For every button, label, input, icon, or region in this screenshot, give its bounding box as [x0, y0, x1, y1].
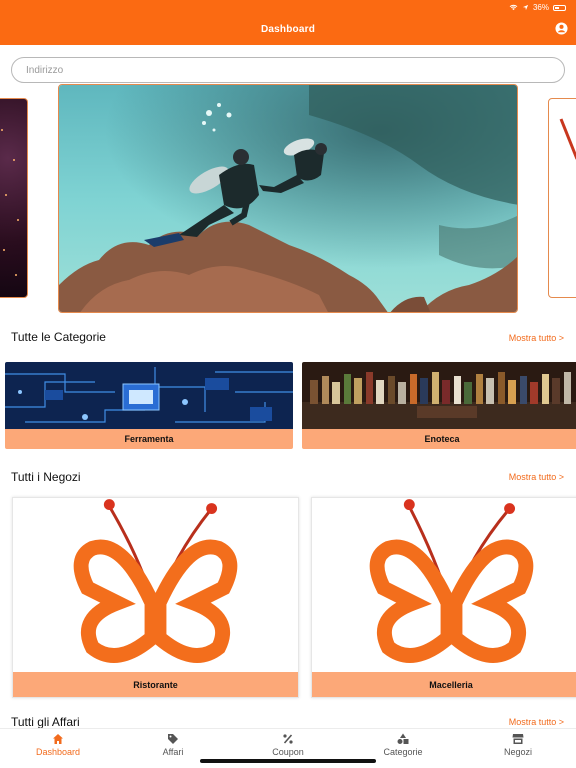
wifi-icon	[509, 4, 518, 11]
dashboard-screen: 36% Dashboard Indirizzo Tutte le Categor…	[0, 0, 576, 768]
account-icon[interactable]	[555, 22, 568, 35]
address-input[interactable]	[11, 57, 565, 83]
butterfly-logo	[369, 499, 534, 663]
store-icon	[512, 734, 524, 744]
store-card-ristorante[interactable]: Ristorante	[12, 497, 299, 698]
butterfly-logo	[73, 499, 238, 663]
stores-show-all-link[interactable]: Mostra tutto >	[509, 472, 564, 482]
tab-label: Dashboard	[35, 747, 81, 757]
page-title: Dashboard	[260, 24, 316, 35]
divers-photo	[59, 85, 517, 312]
store-card-macelleria[interactable]: Macelleria	[311, 497, 576, 698]
tab-affari[interactable]: Affari	[128, 733, 218, 757]
tag-icon	[168, 734, 178, 744]
tab-coupon[interactable]: Coupon	[243, 733, 333, 757]
deals-section-title: Tutti gli Affari	[11, 715, 80, 729]
categories-section-title: Tutte le Categorie	[11, 330, 106, 344]
home-icon	[53, 734, 63, 744]
category-label: Ferramenta	[5, 429, 293, 449]
tab-label: Affari	[162, 747, 184, 757]
store-label: Ristorante	[13, 672, 298, 697]
category-label: Enoteca	[302, 429, 576, 449]
deals-show-all-link[interactable]: Mostra tutto >	[509, 717, 564, 727]
category-image-bottles	[302, 362, 576, 429]
tab-label: Negozi	[503, 747, 532, 757]
tab-label: Coupon	[272, 747, 304, 757]
tab-negozi[interactable]: Negozi	[473, 733, 563, 757]
category-image-circuit	[5, 362, 293, 429]
shapes-icon	[397, 733, 409, 744]
location-icon	[522, 4, 529, 11]
butterfly-logo-partial	[559, 118, 576, 160]
carousel-slide-current[interactable]	[58, 84, 518, 313]
stores-section-title: Tutti i Negozi	[11, 470, 81, 484]
store-label: Macelleria	[312, 672, 576, 697]
carousel-slide-prev[interactable]	[0, 98, 28, 298]
battery-percent: 36%	[532, 3, 549, 12]
categories-show-all-link[interactable]: Mostra tutto >	[509, 333, 564, 343]
battery-icon	[553, 4, 566, 11]
carousel-slide-next[interactable]	[548, 98, 576, 298]
percent-icon	[283, 734, 293, 744]
tab-categorie[interactable]: Categorie	[358, 733, 448, 757]
status-bar: 36%	[509, 3, 566, 12]
category-card-enoteca[interactable]: Enoteca	[302, 362, 576, 449]
app-header: 36% Dashboard	[0, 0, 576, 45]
tab-dashboard[interactable]: Dashboard	[13, 733, 103, 757]
home-indicator[interactable]	[200, 759, 376, 763]
tab-label: Categorie	[383, 747, 423, 757]
category-card-ferramenta[interactable]: Ferramenta	[5, 362, 293, 449]
